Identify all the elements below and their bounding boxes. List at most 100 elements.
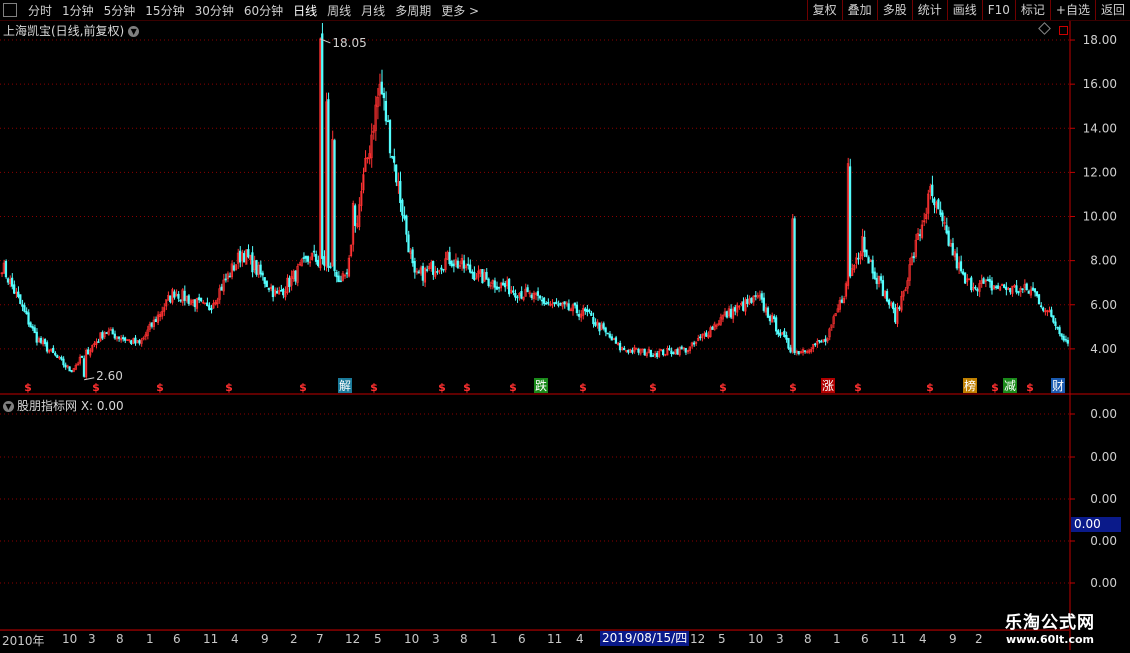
candle-body — [27, 312, 30, 325]
candle-body — [19, 294, 22, 304]
candle-body — [288, 277, 291, 288]
candle-body — [783, 330, 786, 337]
candle-body — [33, 327, 36, 334]
toolbar-button-2[interactable]: 多股 — [876, 0, 912, 20]
toolbar-button-0[interactable]: 复权 — [806, 0, 842, 20]
candle-body — [1025, 283, 1028, 291]
dollar-marker: $ — [156, 381, 164, 394]
candle-body — [80, 355, 84, 358]
candle-body — [887, 299, 891, 305]
candle-body — [614, 337, 618, 344]
candle-body — [321, 33, 324, 259]
candle-body — [627, 349, 630, 353]
candle-body — [970, 277, 973, 291]
candle-body — [251, 252, 254, 273]
dollar-marker: $ — [225, 381, 233, 394]
candle-body — [598, 322, 601, 332]
date-label: 8 — [460, 632, 468, 646]
candle-body — [507, 278, 511, 295]
date-label: 5 — [374, 632, 382, 646]
candle-body — [323, 256, 326, 266]
candle-body — [471, 271, 474, 274]
candle-body — [105, 332, 108, 334]
y-tick-label: 4.00 — [1090, 342, 1117, 356]
candle-body — [21, 304, 24, 307]
toolbar-button-3[interactable]: 统计 — [911, 0, 947, 20]
date-label: 11 — [547, 632, 563, 646]
candle-body — [573, 302, 576, 306]
candle-body — [684, 347, 687, 353]
sub-y-tick-label: 0.00 — [1090, 576, 1117, 590]
candle-body — [725, 311, 728, 318]
candle-body — [1037, 294, 1041, 305]
candle-body — [384, 100, 388, 122]
candle-body — [988, 278, 991, 282]
date-label: 12 — [690, 632, 706, 646]
date-label: 3 — [88, 632, 96, 646]
candle-body — [487, 278, 490, 286]
period-tab-0[interactable]: 分时 — [28, 2, 52, 19]
candle-body — [820, 341, 823, 343]
period-tab-9[interactable]: 多周期 — [395, 2, 431, 19]
candle-body — [559, 302, 562, 305]
chevron-down-icon[interactable]: ▼ — [3, 401, 14, 412]
y-tick-label: 12.00 — [1083, 165, 1117, 179]
candle-body — [590, 312, 593, 316]
candle-body — [97, 341, 100, 343]
candle-body — [60, 356, 63, 360]
candle-body — [335, 271, 338, 278]
toolbar-button-5[interactable]: F10 — [981, 0, 1015, 20]
candle-body — [961, 271, 965, 275]
candle-body — [1017, 291, 1020, 294]
candle-body — [557, 304, 560, 306]
candle-body — [150, 322, 153, 327]
period-tab-5[interactable]: 60分钟 — [244, 2, 283, 19]
dollar-marker: $ — [991, 381, 999, 394]
candle-body — [380, 81, 383, 94]
candle-body — [538, 295, 542, 299]
candle-body — [789, 347, 792, 353]
candle-body — [267, 287, 270, 290]
period-tab-1[interactable]: 1分钟 — [62, 2, 94, 19]
candle-body — [793, 218, 796, 354]
candle-body — [742, 301, 745, 311]
period-tab-4[interactable]: 30分钟 — [195, 2, 234, 19]
candle-body — [1042, 307, 1045, 311]
window-menu-icon[interactable] — [3, 3, 17, 17]
chevron-down-icon[interactable]: ▼ — [128, 26, 140, 37]
candle-body — [386, 120, 390, 123]
period-tab-8[interactable]: 月线 — [361, 2, 385, 19]
candle-body — [466, 263, 470, 266]
event-marker-4: 减 — [1004, 379, 1016, 393]
candle-body — [918, 234, 922, 236]
period-tab-2[interactable]: 5分钟 — [104, 2, 136, 19]
period-tab-10[interactable]: 更多 > — [441, 2, 479, 19]
date-label: 3 — [776, 632, 784, 646]
chart-area[interactable]: 18.00 16.00 14.00 12.00 10.00 8.00 6.00 4.00 18.… — [0, 21, 1130, 650]
toolbar-button-4[interactable]: 画线 — [946, 0, 982, 20]
period-tab-7[interactable]: 周线 — [327, 2, 351, 19]
candle-body — [649, 349, 652, 357]
candle-body — [228, 275, 231, 278]
dollar-marker: $ — [509, 381, 517, 394]
candle-body — [224, 278, 227, 281]
date-label: 10 — [748, 632, 764, 646]
y-tick-label: 6.00 — [1090, 298, 1117, 312]
candle-body — [179, 299, 182, 302]
period-tab-6[interactable]: 日线 — [293, 2, 317, 19]
toolbar-button-6[interactable]: 标记 — [1014, 0, 1050, 20]
candle-body — [643, 349, 646, 356]
toolbar-button-8[interactable]: 返回 — [1094, 0, 1130, 20]
y-tick-label: 16.00 — [1083, 77, 1117, 91]
candle-body — [392, 156, 396, 163]
candle-body — [238, 250, 242, 263]
toolbar-button-7[interactable]: +自选 — [1049, 0, 1095, 20]
sub-cursor-value: 0.00 — [1074, 517, 1101, 531]
candle-body — [594, 322, 597, 326]
period-tab-3[interactable]: 15分钟 — [145, 2, 184, 19]
candle-body — [407, 234, 410, 253]
square-icon[interactable] — [1059, 26, 1068, 35]
candle-body — [602, 323, 605, 329]
candle-body — [314, 254, 318, 262]
toolbar-button-1[interactable]: 叠加 — [841, 0, 877, 20]
